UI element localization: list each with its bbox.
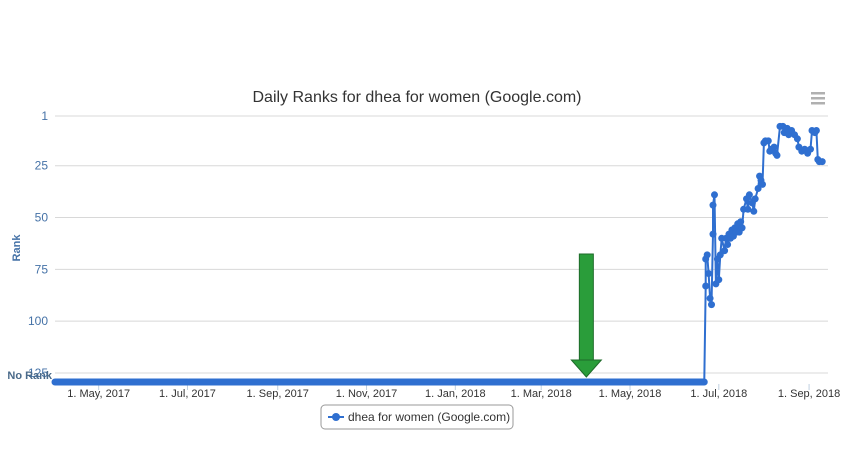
y-tick-label: 50 bbox=[35, 211, 49, 225]
data-point bbox=[711, 191, 718, 199]
data-point bbox=[750, 207, 758, 215]
chart-container: Daily Ranks for dhea for women (Google.c… bbox=[0, 0, 850, 446]
arrow-head bbox=[570, 359, 603, 378]
data-point bbox=[708, 301, 715, 309]
data-point bbox=[745, 191, 753, 199]
data-point bbox=[737, 218, 745, 226]
data-point bbox=[812, 127, 820, 134]
data-point bbox=[703, 251, 711, 259]
menu-icon-bar bbox=[811, 102, 825, 105]
data-point bbox=[759, 180, 766, 188]
x-tick-label: 1. Sep, 2017 bbox=[247, 388, 309, 400]
data-point bbox=[709, 230, 717, 238]
x-tick-label: 1. Nov, 2017 bbox=[336, 388, 398, 400]
menu-icon-bar bbox=[811, 97, 825, 100]
y-tick-label: 1 bbox=[41, 109, 48, 123]
x-tick-label: 1. Jan, 2018 bbox=[425, 388, 486, 400]
data-point bbox=[770, 143, 778, 151]
legend-marker-icon bbox=[332, 413, 340, 421]
data-point bbox=[738, 224, 746, 232]
x-tick-label: 1. Jul, 2017 bbox=[159, 388, 216, 400]
y-tick-label: 75 bbox=[35, 262, 49, 276]
data-point bbox=[715, 276, 723, 284]
legend-label: dhea for women (Google.com) bbox=[348, 410, 510, 424]
y-tick-label: 25 bbox=[35, 159, 49, 173]
x-tick-label: 1. Mar, 2018 bbox=[511, 388, 572, 400]
chart-title: Daily Ranks for dhea for women (Google.c… bbox=[252, 89, 581, 106]
data-point bbox=[818, 158, 826, 166]
x-tick-label: 1. May, 2018 bbox=[599, 388, 662, 400]
x-axis-ticks: 1. May, 2017 1. Jul, 2017 1. Sep, 2017 1. N… bbox=[67, 384, 840, 400]
menu-icon-bar bbox=[811, 92, 825, 95]
data-point bbox=[721, 247, 729, 255]
x-tick-label: 1. Sep, 2018 bbox=[778, 388, 840, 400]
context-menu-button[interactable] bbox=[811, 92, 825, 105]
data-point bbox=[773, 151, 781, 159]
x-tick-label: 1. Jul, 2018 bbox=[690, 388, 747, 400]
data-point bbox=[702, 282, 710, 290]
data-point bbox=[724, 241, 732, 248]
arrow-shaft bbox=[578, 253, 594, 361]
data-point bbox=[793, 135, 801, 143]
y-axis-title: Rank bbox=[11, 234, 23, 262]
x-tick-label: 1. May, 2017 bbox=[67, 388, 130, 400]
data-point bbox=[709, 201, 717, 209]
data-point bbox=[807, 145, 814, 153]
annotation-arrow bbox=[570, 253, 603, 378]
data-point bbox=[764, 137, 772, 145]
legend[interactable]: dhea for women (Google.com) bbox=[320, 404, 514, 430]
data-point bbox=[751, 195, 759, 203]
rank-chart: Daily Ranks for dhea for women (Google.c… bbox=[7, 89, 840, 430]
y-tick-label: 100 bbox=[28, 314, 48, 328]
data-point bbox=[706, 294, 714, 302]
no-rank-label: No Rank bbox=[7, 370, 53, 382]
data-point bbox=[705, 270, 713, 277]
